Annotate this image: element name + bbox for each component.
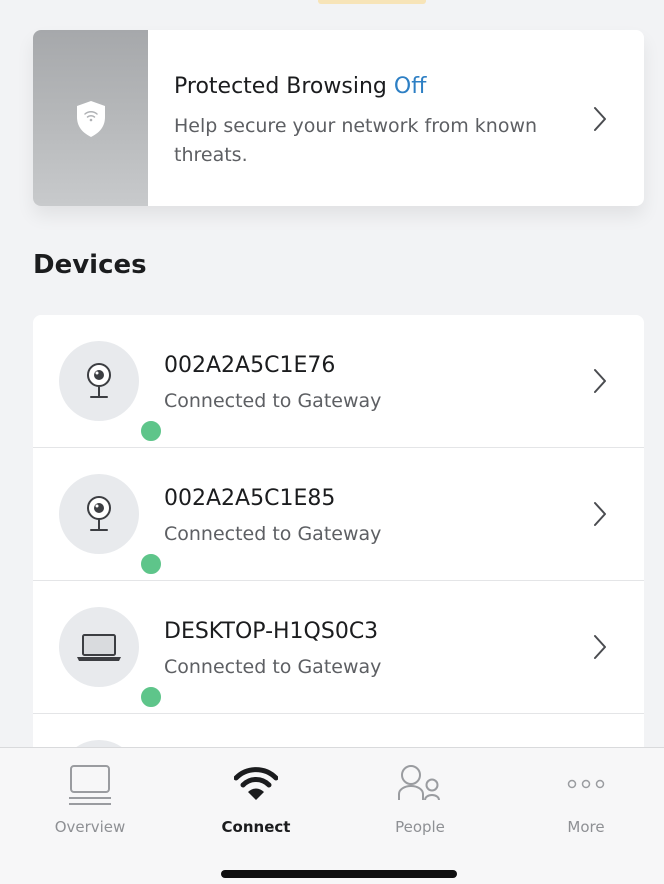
- security-thumbnail: [33, 30, 148, 206]
- chevron-right-icon: [594, 369, 606, 393]
- device-avatar: [59, 341, 163, 443]
- tab-more-label: More: [567, 818, 605, 836]
- protected-browsing-title: Protected Browsing Off: [174, 74, 426, 99]
- chevron-right-icon: [594, 107, 606, 131]
- tab-connect[interactable]: Connect: [173, 748, 339, 848]
- more-icon: [567, 779, 605, 789]
- tab-overview-label: Overview: [54, 818, 126, 836]
- overview-icon: [69, 765, 111, 805]
- protected-browsing-card[interactable]: Protected Browsing Off Help secure your …: [33, 30, 644, 206]
- tab-people-label: People: [395, 818, 445, 836]
- device-row[interactable]: DESKTOP-H1QS0C3 Connected to Gateway: [33, 581, 644, 714]
- shield-wifi-icon: [77, 101, 105, 137]
- device-status: Connected to Gateway: [164, 390, 382, 412]
- device-name: 002A2A5C1E76: [164, 353, 336, 378]
- chevron-right-icon: [594, 635, 606, 659]
- tab-connect-label: Connect: [221, 818, 291, 836]
- devices-heading: Devices: [33, 250, 147, 280]
- chevron-right-icon: [594, 502, 606, 526]
- device-status: Connected to Gateway: [164, 523, 382, 545]
- laptop-icon: [77, 634, 121, 661]
- webcam-icon: [87, 496, 111, 531]
- device-status: Connected to Gateway: [164, 656, 382, 678]
- protected-browsing-status: Off: [393, 74, 427, 99]
- protected-browsing-label: Protected Browsing: [174, 74, 387, 99]
- webcam-icon: [87, 363, 111, 398]
- device-name: DESKTOP-H1QS0C3: [164, 619, 379, 644]
- protected-browsing-description: Help secure your network from known thre…: [174, 115, 538, 166]
- device-row[interactable]: 002A2A5C1E85 Connected to Gateway: [33, 448, 644, 581]
- online-status-dot: [139, 419, 163, 443]
- wifi-icon: [234, 767, 278, 800]
- device-row[interactable]: 002A2A5C1E76 Connected to Gateway: [33, 315, 644, 448]
- tab-more[interactable]: More: [503, 748, 664, 848]
- home-indicator[interactable]: [221, 870, 457, 878]
- devices-list: 002A2A5C1E76 Connected to Gateway 002A2A…: [33, 315, 644, 765]
- top-edge-tab: [318, 0, 426, 4]
- online-status-dot: [139, 552, 163, 576]
- online-status-dot: [139, 685, 163, 709]
- people-icon: [398, 765, 440, 801]
- device-avatar: [59, 607, 163, 709]
- tab-people[interactable]: People: [337, 748, 503, 848]
- device-name: 002A2A5C1E85: [164, 486, 336, 511]
- device-avatar: [59, 474, 163, 576]
- bottom-tab-bar: Overview Connect People More: [0, 747, 664, 884]
- tab-overview[interactable]: Overview: [7, 748, 173, 848]
